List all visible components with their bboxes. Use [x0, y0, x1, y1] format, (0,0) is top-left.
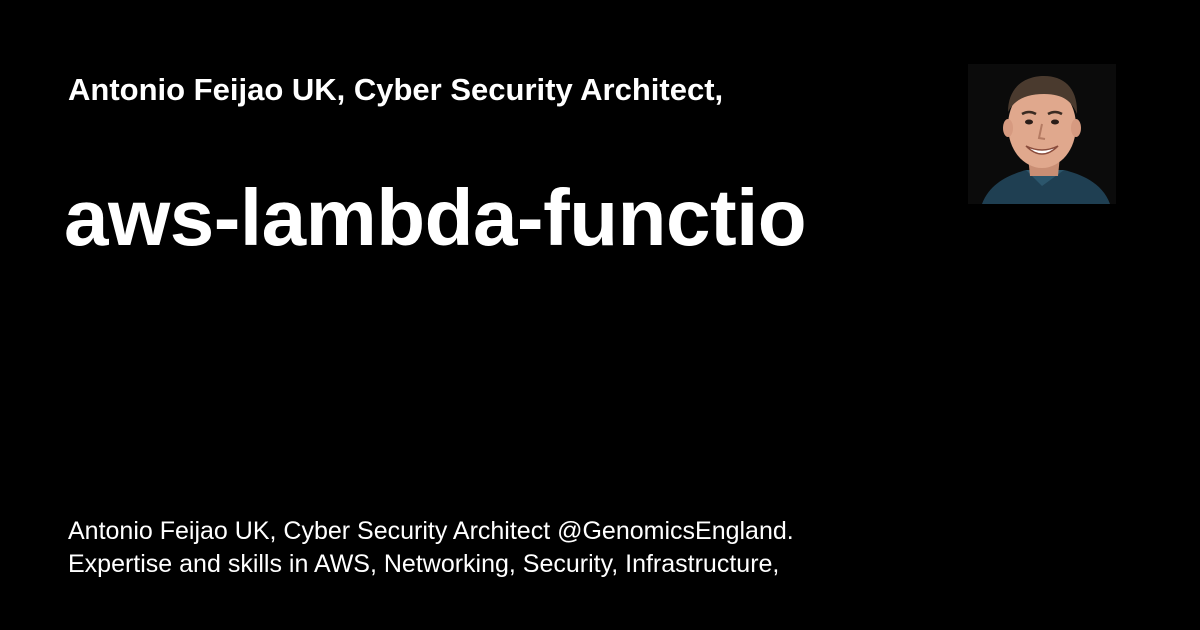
description-line-2: Expertise and skills in AWS, Networking,…	[68, 550, 780, 578]
page-description: Antonio Feijao UK, Cyber Security Archit…	[68, 515, 968, 581]
page-headline: aws-lambda-functio	[64, 173, 807, 262]
headline-container: aws-lambda-functio	[64, 168, 890, 268]
description-line-1: Antonio Feijao UK, Cyber Security Archit…	[68, 517, 794, 545]
avatar-photo-icon	[968, 64, 1116, 204]
site-title: Antonio Feijao UK, Cyber Security Archit…	[68, 72, 724, 107]
social-preview-card: Antonio Feijao UK, Cyber Security Archit…	[0, 0, 1200, 630]
avatar	[968, 64, 1116, 204]
